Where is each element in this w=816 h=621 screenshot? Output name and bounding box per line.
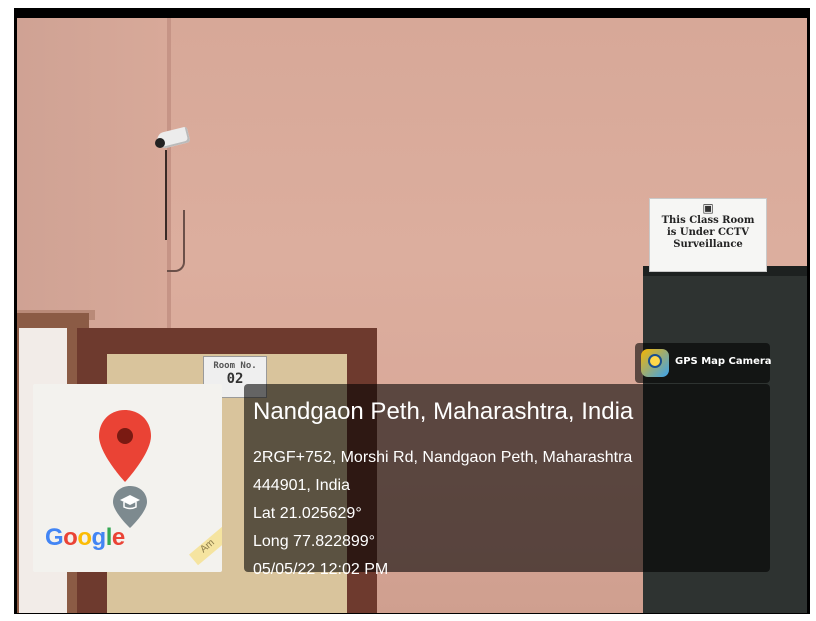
location-title: Nandgaon Peth, Maharashtra, India <box>253 398 634 425</box>
cctv-sign: ▣ This Class Room is Under CCTV Surveill… <box>649 198 767 272</box>
cctv-sign-line-2: is Under CCTV <box>666 227 750 238</box>
gps-app-name: GPS Map Camera <box>675 356 772 367</box>
cctv-camera-icon: ▣ <box>702 201 714 215</box>
cctv-sign-line-3: Surveillance <box>673 239 743 250</box>
map-thumbnail: Am Google <box>33 384 222 572</box>
longitude: Long 77.822899° <box>253 533 376 550</box>
cctv-sign-line-1: This Class Room <box>661 215 755 226</box>
address-line-1: 2RGF+752, Morshi Rd, Nandgaon Peth, Maha… <box>253 449 633 466</box>
camera-cable-loop <box>167 210 185 272</box>
wall-corner <box>167 18 171 338</box>
school-icon <box>113 486 147 528</box>
room-sign-title: Room No. <box>213 361 257 371</box>
latitude: Lat 21.025629° <box>253 505 362 522</box>
gps-pin-icon <box>648 354 662 368</box>
camera-lens <box>155 138 165 148</box>
datetime: 05/05/22 12:02 PM <box>253 561 389 578</box>
address-line-2: 444901, India <box>253 477 350 494</box>
gps-map-camera-icon <box>641 349 669 377</box>
google-logo: Google <box>45 524 125 551</box>
map-pin-icon <box>99 410 151 482</box>
gps-map-camera-badge: GPS Map Camera <box>635 343 772 383</box>
